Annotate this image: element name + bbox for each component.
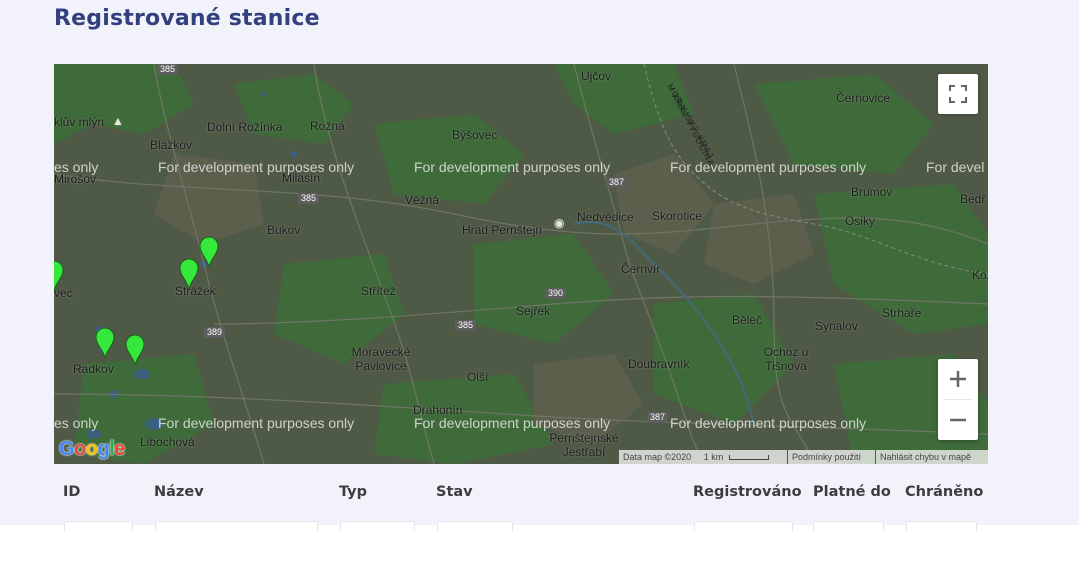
- place-label: Bukov: [267, 223, 301, 237]
- place-label: Hrad Pernštejn: [462, 223, 543, 237]
- place-label: Moravecké Pavlovice: [351, 345, 411, 373]
- station-marker[interactable]: [95, 327, 115, 359]
- place-label: Brumov: [851, 185, 893, 199]
- place-label: Ochoz u Tišnova: [763, 345, 809, 373]
- place-label: Radkov: [73, 362, 114, 376]
- place-label: Býšovec: [452, 128, 498, 142]
- report-error-link[interactable]: Nahlásit chybu v mapě: [876, 450, 988, 464]
- plus-icon: [950, 371, 966, 387]
- place-label: Blažkov: [150, 138, 193, 152]
- road-number: 385: [455, 320, 477, 331]
- column-header-name[interactable]: Název: [154, 484, 204, 500]
- place-label: Sejřek: [516, 304, 551, 318]
- station-marker[interactable]: [125, 334, 145, 366]
- place-label: Nedvědice: [577, 210, 634, 224]
- terms-link[interactable]: Podmínky použití: [788, 450, 875, 464]
- place-label: Mirošov: [54, 172, 97, 186]
- place-label: Strhaře: [882, 306, 922, 320]
- place-label: Doubravník: [628, 357, 690, 371]
- place-label: Skorotice: [652, 209, 703, 223]
- place-label: Černvír: [621, 262, 661, 276]
- place-label: Libochová: [140, 435, 195, 449]
- castle-icon: ◉: [554, 216, 565, 230]
- column-header-type[interactable]: Typ: [339, 484, 367, 500]
- page-title: Registrované stanice: [54, 6, 320, 31]
- map-watermark: For development purposes only: [414, 415, 611, 431]
- place-label: Běleč: [732, 313, 763, 327]
- map-attribution: Data map ©2020 1 km: [619, 450, 787, 464]
- place-label: Ujčov: [581, 69, 612, 83]
- place-label: Milasín: [282, 171, 321, 185]
- map-watermark: For development purposes only: [158, 415, 355, 431]
- column-header-valid-until[interactable]: Platné do: [813, 484, 891, 500]
- road-number: 385: [157, 64, 179, 75]
- road-number: 387: [647, 412, 669, 423]
- place-label: Kozár: [972, 268, 988, 282]
- google-logo[interactable]: Google: [59, 438, 125, 460]
- road-number: 385: [298, 193, 320, 204]
- place-label: Olší: [467, 370, 489, 384]
- fullscreen-button[interactable]: [938, 74, 978, 114]
- place-label: Moravecké Pavlovice: [347, 345, 415, 373]
- station-marker[interactable]: [179, 258, 199, 290]
- column-header-protected[interactable]: Chráněno: [905, 484, 983, 500]
- place-label: Rožná: [310, 119, 345, 133]
- place-label: Synalov: [815, 319, 858, 333]
- map-watermark: For development purposes only: [414, 159, 611, 175]
- zoom-in-button[interactable]: [938, 359, 978, 399]
- place-label: Pernštejnské Jestřabí: [544, 431, 624, 459]
- map-data-credit: Data map ©2020: [623, 452, 692, 462]
- filter-input-status[interactable]: [437, 521, 513, 531]
- place-label: Drahonín: [413, 403, 463, 417]
- zoom-control: [938, 359, 978, 440]
- road-number: 387: [606, 177, 628, 188]
- filter-input-valid-until[interactable]: [813, 521, 884, 531]
- minus-icon: [950, 418, 966, 422]
- place-label: klův mlýn: [54, 115, 105, 129]
- poi-icon: ▲: [112, 114, 124, 128]
- column-header-status[interactable]: Stav: [436, 484, 473, 500]
- column-header-registered[interactable]: Registrováno: [693, 484, 802, 500]
- map-watermark: For development purposes only: [670, 415, 867, 431]
- fullscreen-icon: [949, 85, 967, 103]
- scale-bar: [728, 455, 769, 461]
- place-label: Věžná: [405, 193, 440, 207]
- place-label: Dolní Rožínka: [207, 120, 283, 134]
- station-marker[interactable]: [199, 236, 219, 268]
- map-watermark: For development purposes only: [670, 159, 867, 175]
- place-label: Pernštejnské Jestřabí: [549, 431, 619, 459]
- filter-input-protected[interactable]: [906, 521, 977, 531]
- place-label: Černovice: [836, 91, 891, 105]
- map[interactable]: es only For development purposes only Fo…: [54, 64, 988, 464]
- filter-input-type[interactable]: [340, 521, 415, 531]
- place-label: Ochoz u Tišnova: [758, 345, 814, 373]
- road-number: 389: [204, 327, 226, 338]
- place-label: Bedř: [960, 192, 986, 206]
- station-marker[interactable]: [54, 260, 64, 292]
- filter-input-registered[interactable]: [694, 521, 793, 531]
- scale-label: 1 km: [703, 452, 724, 462]
- place-label: Osiky: [845, 214, 875, 228]
- filter-input-id[interactable]: [64, 521, 133, 531]
- road-number: 390: [545, 288, 567, 299]
- map-watermark: For devel: [926, 159, 985, 175]
- map-watermark: es only: [54, 415, 99, 431]
- zoom-out-button[interactable]: [938, 400, 978, 440]
- place-label: Střítež: [361, 284, 396, 298]
- map-watermark: For development purposes only: [158, 159, 355, 175]
- column-header-id[interactable]: ID: [63, 484, 80, 500]
- filter-input-name[interactable]: [155, 521, 318, 531]
